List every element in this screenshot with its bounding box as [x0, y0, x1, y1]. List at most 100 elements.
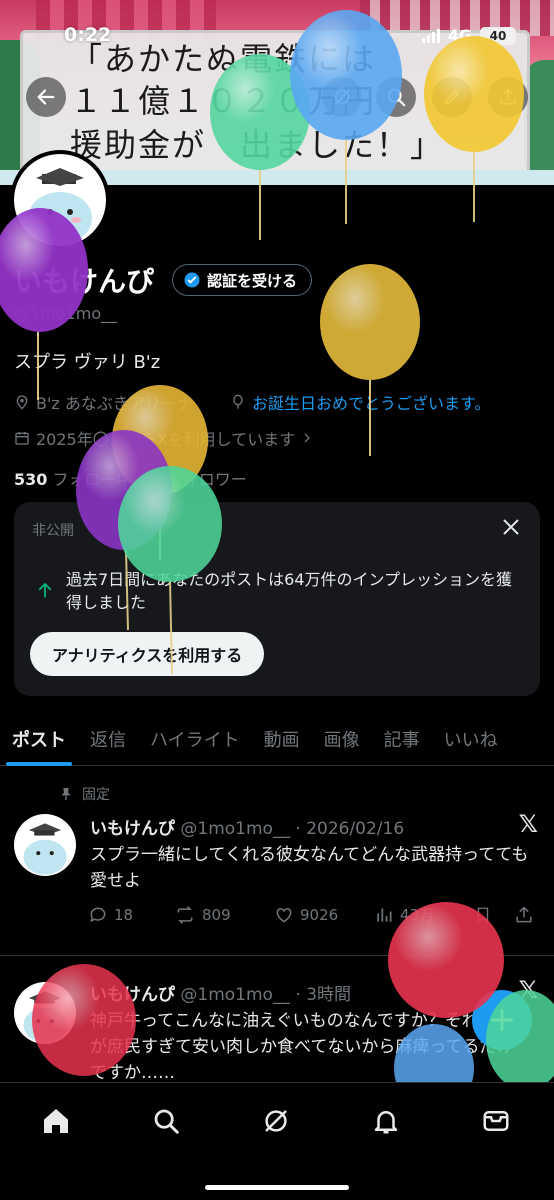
share-button[interactable] [488, 77, 528, 117]
status-indicators: 4G 40 [421, 26, 516, 45]
share-icon [516, 905, 532, 922]
search-button[interactable] [376, 77, 416, 117]
profile-tabs: ポスト 返信 ハイライト 動画 画像 記事 いいね [0, 712, 554, 766]
follow-stats: 530 フォロー中 6 フォロワー [14, 466, 247, 490]
views-icon [377, 907, 392, 922]
get-verified-button[interactable]: 認証を受ける [172, 264, 313, 296]
network-type: 4G [447, 26, 472, 45]
following-count: 530 [14, 470, 48, 489]
post-item[interactable]: 固定 いもけんぴ @1mo1mo__ · 2026/02/16 𝕏 スプラ一緒に… [0, 780, 554, 956]
nav-notifications[interactable] [366, 1101, 406, 1141]
post-item[interactable]: いもけんぴ @1mo1mo__ · 3時間 𝕏 神戸牛ってこんなに油えぐいものな… [0, 972, 554, 1082]
post-avatar[interactable] [14, 982, 76, 1044]
status-time: 0:22 [64, 24, 112, 46]
pinned-indicator: 固定 [58, 784, 110, 804]
post-separator: · [289, 985, 307, 1005]
home-icon [44, 1109, 68, 1133]
arrow-up-icon [38, 583, 52, 598]
followers-count: 6 [150, 470, 162, 489]
grok-button[interactable] [322, 77, 362, 117]
post-author-handle: @1mo1mo__ [180, 985, 290, 1005]
post-author-name[interactable]: いもけんぴ [90, 985, 175, 1005]
followers-link[interactable]: 6 フォロワー [151, 466, 247, 490]
post-avatar[interactable] [14, 814, 76, 876]
post-separator: · [289, 819, 307, 839]
profile-joined[interactable]: 2025年〇〇からXを利用しています [14, 426, 313, 450]
like-count: 9026 [300, 905, 339, 924]
private-label: 非公開 [32, 523, 74, 539]
view-count: 43万 [400, 906, 435, 924]
repost-count: 809 [202, 905, 231, 924]
search-icon [154, 1109, 179, 1134]
battery-icon: 40 [480, 26, 516, 45]
heart-icon [276, 907, 292, 923]
banner-text-line: 援助金が 出ました！」 [70, 126, 445, 164]
back-button[interactable] [26, 77, 66, 117]
nav-grok[interactable] [256, 1101, 296, 1141]
calendar-icon [15, 432, 29, 445]
pinned-label: 固定 [82, 787, 110, 803]
post-text: スプラ一緒にしてくれる彼女なんてどんな武器持ってても愛せよ [90, 845, 529, 891]
notifications-icon [374, 1111, 398, 1134]
location-pin-icon [16, 395, 28, 410]
signal-icon [421, 28, 440, 43]
profile-location: B'z あなぶきアリーナ [14, 390, 193, 414]
nav-search[interactable] [146, 1101, 186, 1141]
close-icon[interactable] [500, 516, 522, 538]
following-label: フォロー中 [52, 470, 133, 489]
pin-icon [61, 788, 71, 800]
analytics-button[interactable]: アナリティクスを利用する [30, 632, 265, 676]
bottom-navigation [0, 1082, 554, 1200]
nav-home[interactable] [36, 1101, 76, 1141]
search-icon [387, 88, 406, 107]
back-icon [37, 89, 55, 105]
profile-handle: @1mo1mo__ [14, 304, 118, 323]
share-icon [500, 88, 516, 105]
followers-label: フォロワー [166, 470, 247, 489]
post-text: 神戸牛ってこんなに油えぐいものなんですか？それとも私が庶民すぎて安い肉しか食べて… [90, 1011, 530, 1082]
grok-icon [265, 1110, 287, 1132]
tab-likes[interactable]: いいね [432, 712, 510, 766]
get-verified-label: 認証を受ける [207, 271, 298, 290]
post-timestamp[interactable]: 2026/02/16 [306, 819, 404, 839]
chevron-right-icon [304, 433, 311, 443]
reply-button[interactable]: 18 [88, 905, 174, 925]
balloon [320, 264, 420, 456]
views-button[interactable]: 43万 [374, 904, 474, 925]
like-button[interactable]: 9026 [274, 905, 374, 925]
location-text: B'z あなぶきアリーナ [36, 394, 193, 413]
avatar-image [14, 154, 106, 246]
post-actions: 18 809 9026 43万 [88, 904, 538, 925]
post-author-handle: @1mo1mo__ [180, 819, 290, 839]
tab-photos[interactable]: 画像 [312, 712, 372, 766]
joined-text: 2025年〇〇からXを利用しています [36, 430, 296, 449]
x-logo-icon[interactable]: 𝕏 [519, 810, 538, 838]
repost-button[interactable]: 809 [174, 905, 274, 925]
nav-messages[interactable] [476, 1101, 516, 1141]
messages-icon [483, 1111, 509, 1131]
banner-text-line: 「あかたぬ電鉄には [70, 40, 377, 78]
bookmark-button[interactable] [474, 905, 514, 925]
profile-birthday: お誕生日おめでとうございます。 [230, 390, 490, 414]
tab-articles[interactable]: 記事 [372, 712, 432, 766]
post-timestamp[interactable]: 3時間 [306, 985, 351, 1005]
compose-button[interactable] [472, 990, 532, 1050]
reply-icon [90, 907, 106, 922]
profile-bio: スプラ ヴァリ B'z [14, 352, 161, 373]
tab-videos[interactable]: 動画 [252, 712, 312, 766]
tab-replies[interactable]: 返信 [78, 712, 138, 766]
edit-icon [444, 90, 459, 105]
analytics-card: 非公開 過去7日間にあなたのポストは64万件のインプレッションを獲得しました ア… [14, 502, 540, 696]
grok-icon [334, 89, 351, 105]
post-author-name[interactable]: いもけんぴ [90, 819, 175, 839]
profile-avatar[interactable] [10, 150, 110, 250]
following-link[interactable]: 530 フォロー中 [14, 466, 133, 490]
tab-highlights[interactable]: ハイライト [138, 712, 252, 766]
post-header: いもけんぴ @1mo1mo__ · 3時間 [90, 980, 351, 1005]
share-post-button[interactable] [514, 905, 534, 925]
edit-button[interactable] [432, 77, 472, 117]
bookmark-icon [477, 907, 489, 923]
tab-posts[interactable]: ポスト [0, 712, 78, 766]
post-header: いもけんぴ @1mo1mo__ · 2026/02/16 [90, 814, 404, 839]
repost-icon [177, 905, 193, 924]
